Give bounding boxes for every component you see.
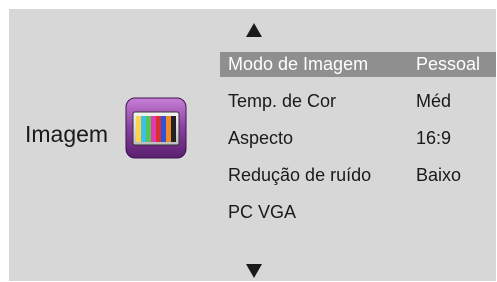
menu-item-label: PC VGA bbox=[228, 202, 297, 222]
menu-item-label: Temp. de Cor bbox=[228, 91, 337, 111]
up-arrow-icon[interactable] bbox=[246, 23, 262, 37]
menu-item-value: Baixo bbox=[416, 165, 462, 185]
menu-item-aspecto[interactable]: Aspecto 16:9 bbox=[220, 126, 496, 151]
menu-item-value: Méd bbox=[416, 91, 452, 111]
menu-item-label: Aspecto bbox=[228, 128, 294, 148]
menu-item-value: 16:9 bbox=[416, 128, 452, 148]
menu-item-reducao-de-ruido[interactable]: Redução de ruído Baixo bbox=[220, 163, 496, 188]
down-arrow-icon[interactable] bbox=[246, 264, 262, 278]
color-bars-icon bbox=[125, 97, 187, 159]
menu-item-temp-de-cor[interactable]: Temp. de Cor Méd bbox=[220, 89, 496, 114]
menu-item-label: Redução de ruído bbox=[228, 165, 372, 185]
section-title: Imagem bbox=[25, 121, 109, 147]
menu-item-label: Modo de Imagem bbox=[228, 54, 369, 74]
settings-menu: Modo de Imagem Pessoal Temp. de Cor Méd … bbox=[220, 52, 496, 237]
menu-item-modo-de-imagem[interactable]: Modo de Imagem Pessoal bbox=[220, 52, 496, 77]
menu-item-value: Pessoal bbox=[416, 54, 481, 74]
menu-item-pc-vga[interactable]: PC VGA bbox=[220, 200, 496, 225]
